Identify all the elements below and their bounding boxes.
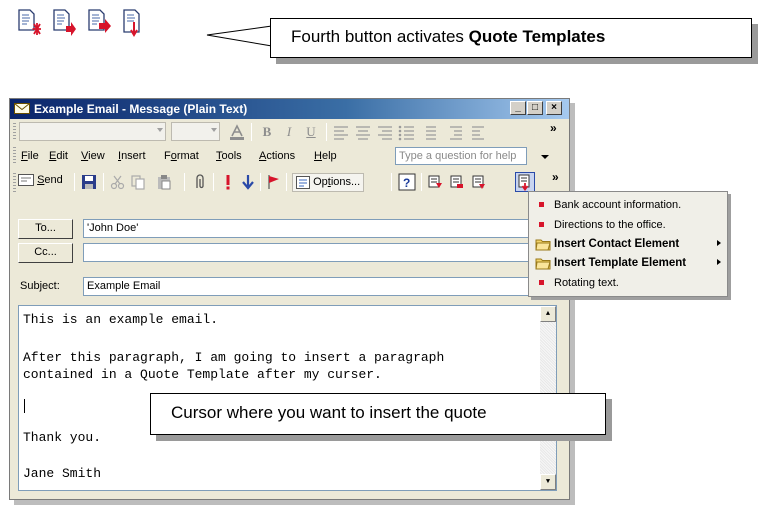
subject-field[interactable]: Example Email — [83, 277, 557, 296]
toolbar-overflow-chevron[interactable]: » — [550, 121, 557, 135]
callout-top-text: Fourth button activates — [291, 27, 469, 46]
toolbar-grip[interactable] — [13, 123, 16, 141]
quote-templates-icon-small — [518, 174, 530, 192]
menu-bar: File Edit View Insert Format Tools Actio… — [10, 144, 569, 168]
text-cursor — [24, 399, 25, 413]
standard-toolbar: Send Options... ? » — [10, 170, 569, 196]
window-title: Example Email - Message (Plain Text) — [34, 102, 248, 116]
menu-item-bank-account[interactable]: Bank account information. — [529, 196, 727, 214]
menu-view[interactable]: View — [81, 150, 105, 162]
menu-item-insert-template-element[interactable]: Insert Template Element — [529, 254, 727, 272]
scroll-down-button[interactable]: ▼ — [540, 474, 556, 490]
quote-templates-menu: Bank account information. Directions to … — [528, 191, 728, 297]
folder-icon — [535, 239, 551, 251]
callout-bottom-text: Cursor where you want to insert the quot… — [171, 403, 487, 422]
quote-bullet-icon — [539, 202, 544, 207]
options-button[interactable]: Options... — [292, 173, 365, 192]
send-button[interactable]: Send — [18, 174, 63, 187]
font-size-combo[interactable] — [171, 122, 220, 141]
quote-bullet-icon — [539, 280, 544, 285]
quote-templates-button[interactable] — [515, 172, 535, 192]
menu-file[interactable]: File — [21, 150, 39, 162]
options-icon — [296, 175, 310, 189]
message-window: Example Email - Message (Plain Text) _ □… — [9, 98, 570, 500]
minimize-button[interactable]: _ — [510, 101, 526, 115]
menu-actions[interactable]: Actions — [259, 150, 295, 162]
underline-button[interactable]: U — [302, 123, 320, 141]
style-combo[interactable] — [19, 122, 166, 141]
help-search-input[interactable]: Type a question for help — [395, 147, 527, 165]
menu-edit[interactable]: Edit — [49, 150, 68, 162]
clipboard-icons[interactable] — [110, 174, 180, 190]
scroll-up-button[interactable]: ▲ — [540, 306, 556, 322]
maximize-button[interactable]: □ — [527, 101, 543, 115]
cc-field[interactable] — [83, 243, 557, 262]
menu-grip[interactable] — [13, 147, 16, 165]
menu-format[interactable]: Format — [164, 150, 199, 162]
help-dropdown-arrow[interactable] — [541, 155, 549, 159]
standard-grip[interactable] — [13, 173, 16, 193]
cc-button[interactable]: Cc... — [18, 243, 73, 263]
send-icon — [18, 174, 34, 187]
save-icon[interactable] — [81, 174, 97, 190]
menu-item-label: Directions to the office. — [554, 219, 666, 231]
menu-item-insert-contact-element[interactable]: Insert Contact Element — [529, 235, 727, 253]
subject-label: Subject: — [20, 280, 60, 292]
menu-item-rotating-text[interactable]: Rotating text. — [529, 274, 727, 292]
low-importance-icon[interactable] — [240, 174, 256, 190]
body-line: contained in a Quote Template after my c… — [23, 367, 382, 382]
quote-bullet-icon — [539, 222, 544, 227]
menu-item-label: Rotating text. — [554, 277, 619, 289]
attach-file-icon[interactable] — [192, 174, 208, 190]
menu-insert[interactable]: Insert — [118, 150, 146, 162]
title-bar[interactable]: Example Email - Message (Plain Text) _ □… — [10, 99, 569, 119]
italic-button[interactable]: I — [280, 123, 298, 141]
folder-icon — [535, 258, 551, 270]
to-button[interactable]: To... — [18, 219, 73, 239]
font-color-icon[interactable] — [228, 123, 246, 141]
envelope-icon — [14, 103, 30, 114]
menu-item-label: Insert Template Element — [554, 257, 687, 269]
body-line: After this paragraph, I am going to inse… — [23, 350, 445, 365]
callout-top-bold: Quote Templates — [468, 27, 606, 46]
body-line: Jane Smith — [23, 466, 102, 481]
callout-quote-templates: Fourth button activates Quote Templates — [270, 18, 752, 58]
menu-item-label: Insert Contact Element — [554, 238, 680, 250]
body-line: This is an example email. — [23, 312, 219, 327]
menu-tools[interactable]: Tools — [216, 150, 242, 162]
formatting-toolbar: B I U » — [10, 120, 569, 144]
alignment-icons[interactable] — [332, 123, 492, 141]
submenu-arrow-icon — [717, 240, 721, 246]
help-icon[interactable]: ? — [398, 173, 416, 191]
close-button[interactable]: × — [546, 101, 562, 115]
body-line: Thank you. — [23, 430, 102, 445]
callout-cursor-position: Cursor where you want to insert the quot… — [150, 393, 606, 435]
bold-button[interactable]: B — [258, 123, 276, 141]
submenu-arrow-icon — [717, 259, 721, 265]
follow-up-flag-icon[interactable] — [266, 174, 282, 190]
menu-item-label: Bank account information. — [554, 199, 682, 211]
standard-overflow-chevron[interactable]: » — [552, 170, 559, 184]
to-field[interactable]: 'John Doe' — [83, 219, 557, 238]
high-importance-icon[interactable] — [220, 174, 236, 190]
svg-text:?: ? — [403, 176, 410, 190]
menu-help[interactable]: Help — [314, 150, 337, 162]
menu-item-directions[interactable]: Directions to the office. — [529, 216, 727, 234]
